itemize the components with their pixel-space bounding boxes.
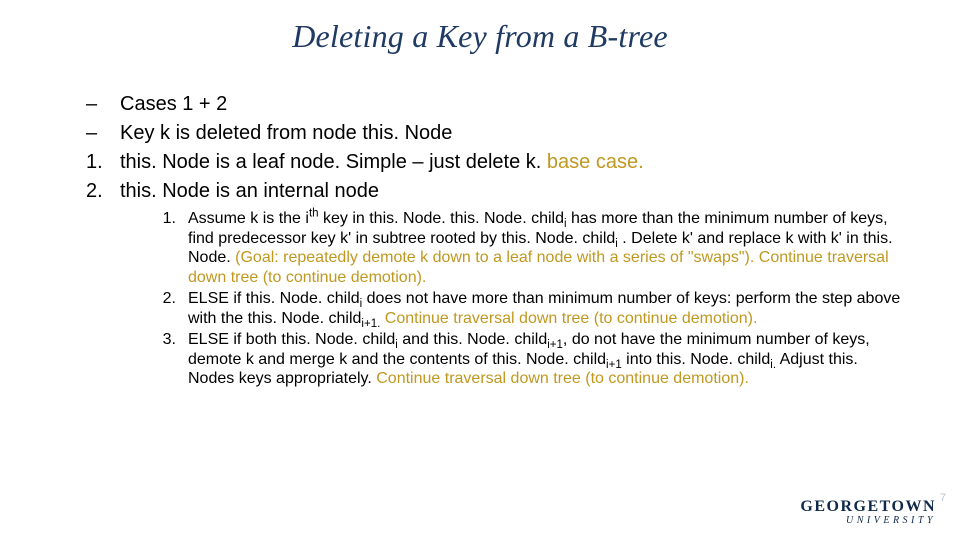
bullet-text: Assume k is the ith key in this. Node. t…: [188, 209, 908, 287]
slide: Deleting a Key from a B-tree – Cases 1 +…: [0, 0, 960, 540]
bullet-text: this. Node is a leaf node. Simple – just…: [120, 149, 912, 176]
sub-bullet-list: 1. Assume k is the ith key in this. Node…: [0, 209, 960, 389]
slide-number: 7: [940, 492, 946, 504]
logo-line-2: UNIVERSITY: [800, 516, 936, 526]
bullet-marker: 2.: [144, 289, 188, 328]
list-item: – Key k is deleted from node this. Node: [86, 120, 912, 147]
bullet-marker: 3.: [144, 330, 188, 389]
list-item: 2. this. Node is an internal node: [86, 178, 912, 205]
main-bullet-list: – Cases 1 + 2 – Key k is deleted from no…: [0, 91, 960, 205]
bullet-text: Cases 1 + 2: [120, 91, 912, 118]
bullet-text: ELSE if both this. Node. childi and this…: [188, 330, 908, 389]
list-item: 3. ELSE if both this. Node. childi and t…: [144, 330, 908, 389]
georgetown-logo: GEORGETOWN UNIVERSITY: [800, 499, 936, 526]
logo-line-1: GEORGETOWN: [800, 499, 936, 515]
bullet-marker: 1.: [144, 209, 188, 287]
bullet-marker: –: [86, 91, 120, 118]
list-item: 1. this. Node is a leaf node. Simple – j…: [86, 149, 912, 176]
bullet-marker: –: [86, 120, 120, 147]
bullet-text: this. Node is an internal node: [120, 178, 912, 205]
bullet-marker: 2.: [86, 178, 120, 205]
slide-title: Deleting a Key from a B-tree: [0, 0, 960, 63]
bullet-text: Key k is deleted from node this. Node: [120, 120, 912, 147]
list-item: 1. Assume k is the ith key in this. Node…: [144, 209, 908, 287]
bullet-text: ELSE if this. Node. childi does not have…: [188, 289, 908, 328]
list-item: 2. ELSE if this. Node. childi does not h…: [144, 289, 908, 328]
list-item: – Cases 1 + 2: [86, 91, 912, 118]
bullet-marker: 1.: [86, 149, 120, 176]
